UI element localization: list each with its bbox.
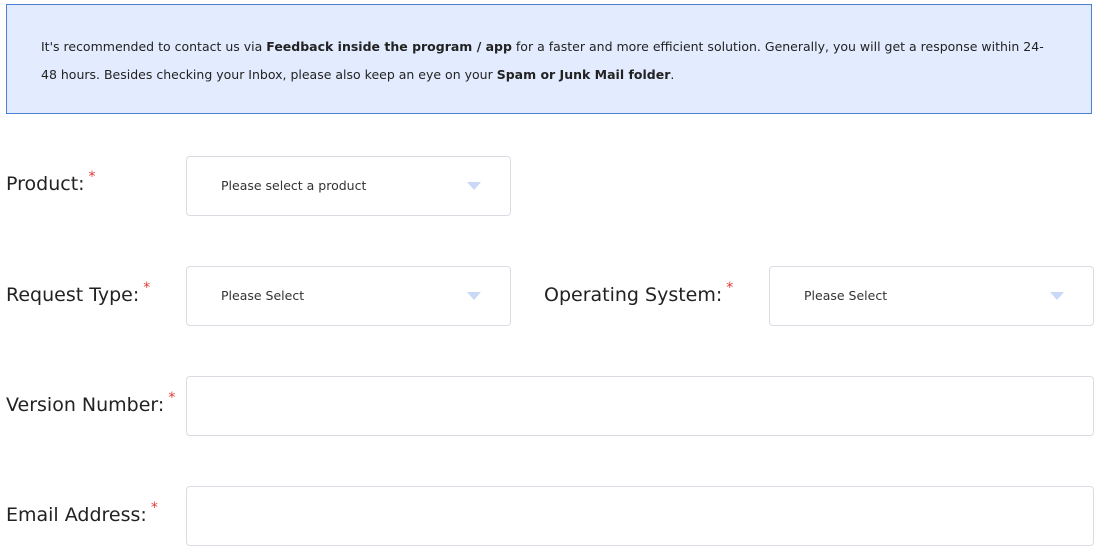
request-type-label: Request Type: * <box>6 280 150 306</box>
email-address-label-text: Email Address: <box>6 504 147 526</box>
operating-system-select[interactable]: Please Select <box>769 266 1094 326</box>
notice-bold-spam: Spam or Junk Mail folder <box>496 67 671 82</box>
product-select-value: Please select a product <box>221 178 367 193</box>
product-select[interactable]: Please select a product <box>186 156 511 216</box>
version-number-label: Version Number: * <box>6 390 175 416</box>
required-marker: * <box>150 500 158 516</box>
product-label-text: Product: <box>6 173 85 195</box>
required-marker: * <box>168 390 176 406</box>
caret-down-icon <box>467 292 481 300</box>
caret-down-icon <box>1050 292 1064 300</box>
email-address-label: Email Address: * <box>6 500 158 526</box>
operating-system-select-value: Please Select <box>804 288 888 303</box>
notice-text-3: . <box>670 67 675 82</box>
product-label: Product: * <box>6 169 96 195</box>
required-marker: * <box>143 280 151 296</box>
info-notice: It's recommended to contact us via Feedb… <box>6 4 1092 114</box>
version-number-input[interactable] <box>186 376 1094 436</box>
request-type-label-text: Request Type: <box>6 284 140 306</box>
request-type-select[interactable]: Please Select <box>186 266 511 326</box>
email-address-input[interactable] <box>186 486 1094 546</box>
required-marker: * <box>88 169 96 185</box>
notice-bold-feedback: Feedback inside the program / app <box>266 39 512 54</box>
operating-system-label-text: Operating System: <box>544 284 723 306</box>
operating-system-label: Operating System: * <box>544 280 733 306</box>
caret-down-icon <box>467 182 481 190</box>
notice-text-1: It's recommended to contact us via <box>41 39 267 54</box>
required-marker: * <box>726 280 734 296</box>
request-type-select-value: Please Select <box>221 288 305 303</box>
version-number-label-text: Version Number: <box>6 394 165 416</box>
